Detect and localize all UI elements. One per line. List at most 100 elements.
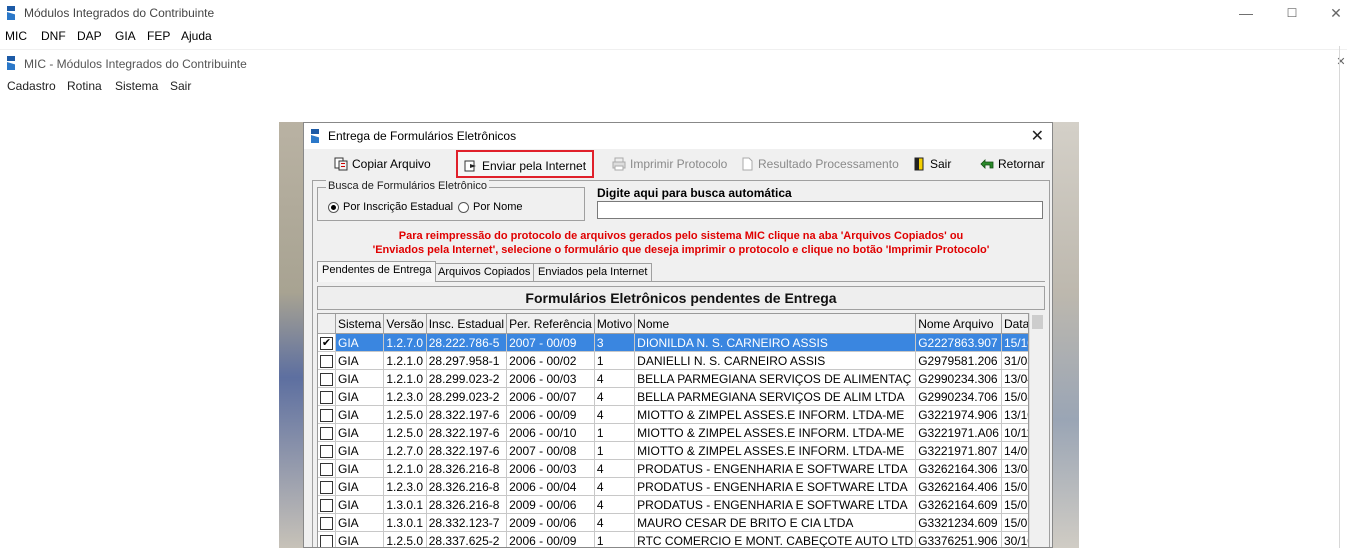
menu-ajuda[interactable]: Ajuda	[181, 29, 212, 43]
enviar-internet-button[interactable]: Enviar pela Internet	[456, 150, 595, 178]
dialog-title: Entrega de Formulários Eletrônicos	[328, 129, 517, 143]
minimize-icon[interactable]: —	[1236, 4, 1256, 22]
table-row[interactable]: GIA 1.2.1.0 28.299.023-2 2006 - 00/03 4 BELLA…	[318, 369, 1028, 388]
menu-gia[interactable]: GIA	[115, 29, 136, 43]
col-nome-arquivo[interactable]: Nome Arquivo	[915, 314, 1002, 334]
col-data-hora[interactable]: Data/Hor	[1001, 314, 1028, 334]
cell-sistema: GIA	[335, 531, 385, 547]
menu-sistema[interactable]: Sistema	[115, 79, 158, 93]
menu-cadastro[interactable]: Cadastro	[7, 79, 56, 93]
table-row[interactable]: GIA 1.2.5.0 28.322.197-6 2006 - 00/10 1 MIOTT…	[318, 423, 1028, 442]
menu-rotina[interactable]: Rotina	[67, 79, 102, 93]
resultado-processamento-button[interactable]: Resultado Processamento	[740, 152, 899, 176]
cell-nome: PRODATUS - ENGENHARIA E SOFTWARE LTDA	[634, 459, 917, 478]
col-motivo[interactable]: Motivo	[594, 314, 636, 334]
cell-insc: 28.222.786-5	[426, 333, 508, 352]
cell-arquivo: G2990234.706	[915, 387, 1002, 406]
row-checkbox-cell	[318, 513, 336, 532]
menu-dnf[interactable]: DNF	[41, 29, 66, 43]
cell-versao: 1.2.3.0	[383, 477, 427, 496]
inner-window-border	[1339, 46, 1340, 548]
dialog-title-bar: Entrega de Formulários Eletrônicos ✕	[304, 123, 1052, 149]
table-row[interactable]: GIA 1.2.1.0 28.297.958-1 2006 - 00/02 1 DANIE…	[318, 351, 1028, 370]
checkbox[interactable]	[320, 498, 333, 512]
cell-motivo: 4	[594, 513, 636, 532]
dialog-panel: Busca de Formulários Eletrônico Por Insc…	[312, 180, 1050, 547]
menu-mic[interactable]: MIC	[5, 29, 27, 43]
checkbox[interactable]	[320, 354, 333, 368]
checkbox[interactable]	[320, 516, 333, 530]
checkbox[interactable]	[320, 390, 333, 404]
row-checkbox-cell: ✔	[318, 333, 336, 352]
radio-nome-label: Por Nome	[473, 201, 523, 213]
cell-sistema: GIA	[335, 441, 385, 460]
copiar-arquivo-button[interactable]: Copiar Arquivo	[334, 152, 431, 176]
retornar-button[interactable]: Retornar	[980, 152, 1045, 176]
checkbox-checked[interactable]: ✔	[320, 336, 333, 350]
table-row[interactable]: GIA 1.2.5.0 28.337.625-2 2006 - 00/09 1 RTC C…	[318, 531, 1028, 547]
tab-pendentes-entrega[interactable]: Pendentes de Entrega	[317, 261, 437, 282]
dialog-toolbar: Copiar Arquivo Enviar pela Internet Impr…	[306, 149, 1050, 179]
table-row[interactable]: GIA 1.2.1.0 28.326.216-8 2006 - 00/03 4 PRODA…	[318, 459, 1028, 478]
grid-scrollbar[interactable]	[1029, 313, 1046, 547]
tab-arquivos-copiados[interactable]: Arquivos Copiados	[433, 263, 536, 281]
table-row[interactable]: ✔ GIA 1.2.7.0 28.222.786-5 2007 - 00/09 3 DION…	[318, 333, 1028, 352]
menu-sair[interactable]: Sair	[170, 79, 191, 93]
checkbox[interactable]	[320, 462, 333, 476]
cell-per: 2006 - 00/09	[506, 405, 595, 424]
tab-body: Formulários Eletrônicos pendentes de Ent…	[317, 281, 1046, 547]
close-icon[interactable]: ✕	[1326, 4, 1346, 22]
cell-motivo: 4	[594, 495, 636, 514]
forms-grid: Sistema Versão Insc. Estadual Per. Refer…	[317, 313, 1029, 547]
cell-versao: 1.2.5.0	[383, 423, 427, 442]
scrollbar-thumb[interactable]	[1032, 315, 1043, 329]
inner-close-icon[interactable]: ✕	[1336, 53, 1346, 71]
col-versao[interactable]: Versão	[383, 314, 427, 334]
cell-arquivo: G2990234.306	[915, 369, 1002, 388]
enviar-internet-label: Enviar pela Internet	[482, 159, 587, 173]
search-input[interactable]	[597, 201, 1043, 219]
table-row[interactable]: GIA 1.2.3.0 28.299.023-2 2006 - 00/07 4 BELLA…	[318, 387, 1028, 406]
maximize-icon[interactable]: ☐	[1282, 4, 1302, 22]
checkbox[interactable]	[320, 534, 333, 547]
menu-dap[interactable]: DAP	[77, 29, 102, 43]
radio-inscricao-estadual[interactable]: Por Inscrição Estadual	[328, 201, 453, 213]
imprimir-protocolo-button[interactable]: Imprimir Protocolo	[612, 152, 727, 176]
outer-menu-bar: MIC DNF DAP GIA FEP Ajuda	[0, 26, 1347, 46]
col-per-referencia[interactable]: Per. Referência	[506, 314, 595, 334]
dialog-close-icon[interactable]: ✕	[1031, 126, 1044, 146]
table-row[interactable]: GIA 1.3.0.1 28.326.216-8 2009 - 00/06 4 PRODA…	[318, 495, 1028, 514]
cell-per: 2006 - 00/09	[506, 531, 595, 547]
table-row[interactable]: GIA 1.2.3.0 28.326.216-8 2006 - 00/04 4 PRODA…	[318, 477, 1028, 496]
cell-insc: 28.322.197-6	[426, 441, 508, 460]
checkbox[interactable]	[320, 372, 333, 386]
col-nome[interactable]: Nome	[634, 314, 917, 334]
col-insc-estadual[interactable]: Insc. Estadual	[426, 314, 508, 334]
col-sistema[interactable]: Sistema	[335, 314, 385, 334]
menu-fep[interactable]: FEP	[147, 29, 170, 43]
cell-data: 31/03/20	[1001, 351, 1028, 370]
cell-arquivo: G3221971.A06	[915, 423, 1002, 442]
cell-arquivo: G3376251.906	[915, 531, 1002, 547]
table-row[interactable]: GIA 1.2.5.0 28.322.197-6 2006 - 00/09 4 MIOTT…	[318, 405, 1028, 424]
cell-arquivo: G3262164.306	[915, 459, 1002, 478]
checkbox[interactable]	[320, 426, 333, 440]
cell-per: 2007 - 00/08	[506, 441, 595, 460]
cell-versao: 1.3.0.1	[383, 513, 427, 532]
background-flag-left	[279, 122, 303, 548]
radio-por-nome[interactable]: Por Nome	[458, 201, 523, 213]
checkbox[interactable]	[320, 408, 333, 422]
cell-versao: 1.2.7.0	[383, 333, 427, 352]
cell-motivo: 4	[594, 405, 636, 424]
row-checkbox-cell	[318, 423, 336, 442]
checkbox[interactable]	[320, 444, 333, 458]
table-row[interactable]: GIA 1.2.7.0 28.322.197-6 2007 - 00/08 1 MIOTT…	[318, 441, 1028, 460]
checkbox[interactable]	[320, 480, 333, 494]
sair-button[interactable]: Sair	[912, 152, 951, 176]
cell-insc: 28.322.197-6	[426, 405, 508, 424]
row-checkbox-cell	[318, 441, 336, 460]
table-row[interactable]: GIA 1.3.0.1 28.332.123-7 2009 - 00/06 4 MAURO…	[318, 513, 1028, 532]
tab-enviados-internet[interactable]: Enviados pela Internet	[533, 263, 653, 281]
cell-data: 15/07/20	[1001, 495, 1028, 514]
cell-insc: 28.326.216-8	[426, 477, 508, 496]
